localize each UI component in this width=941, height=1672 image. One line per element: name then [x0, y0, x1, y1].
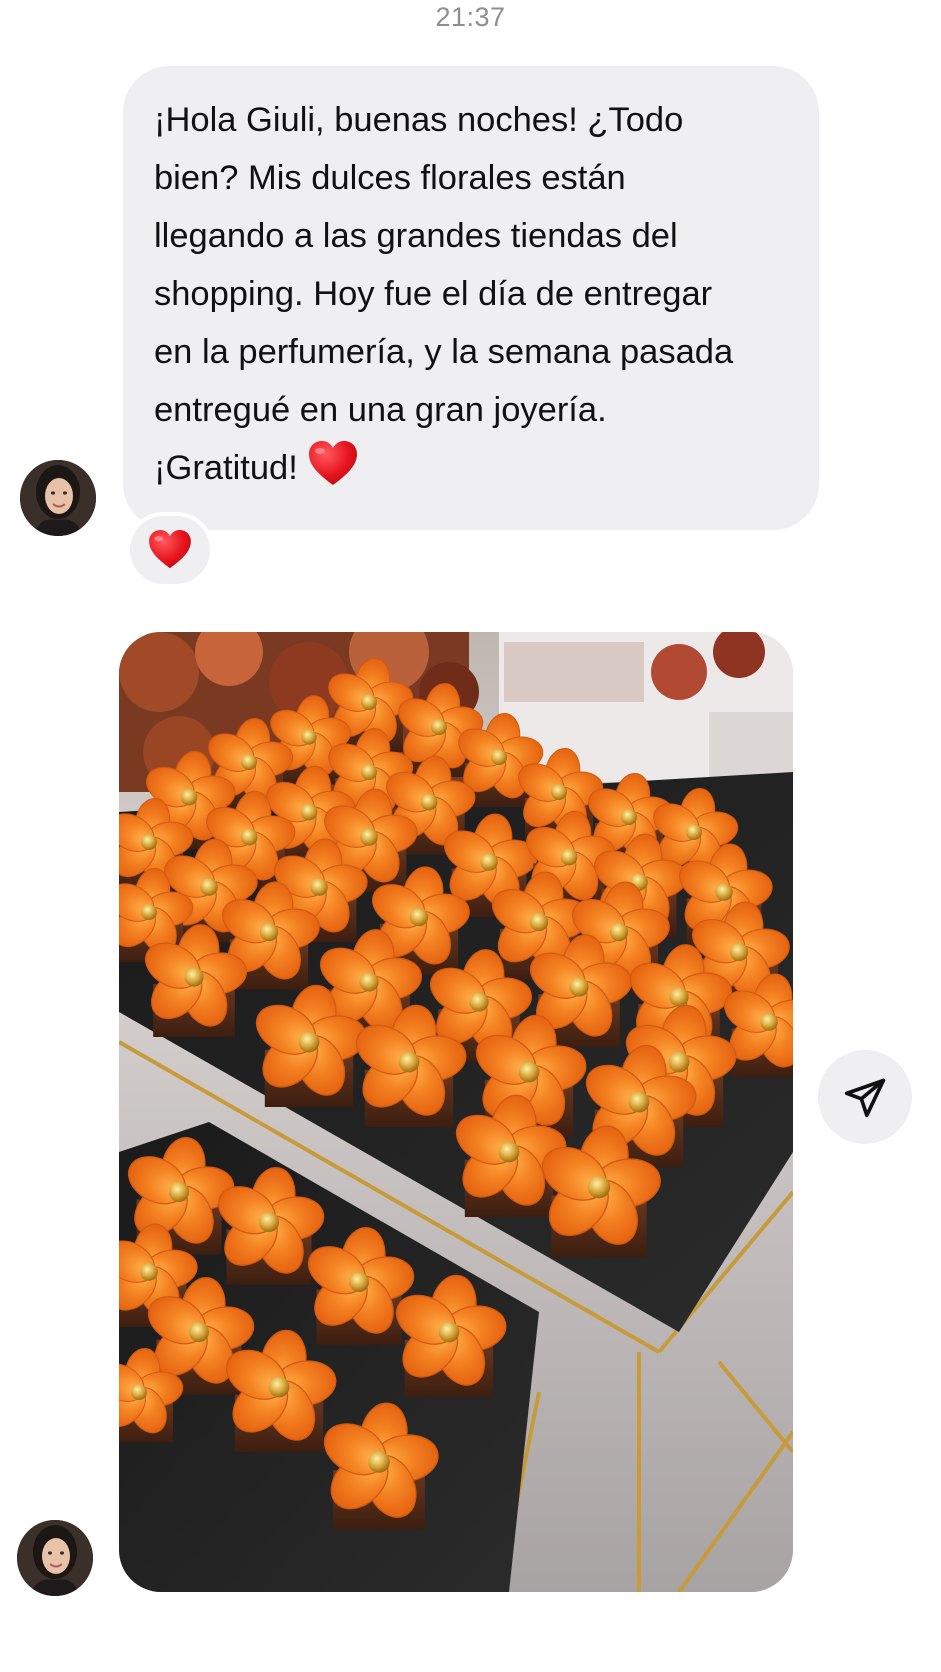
sender-avatar-photo[interactable] — [17, 1520, 93, 1596]
flower-chocolates-photo — [119, 632, 793, 1592]
heart-reaction[interactable] — [126, 512, 214, 588]
paper-plane-icon — [844, 1078, 886, 1118]
message-bubble[interactable]: ¡Hola Giuli, buenas noches! ¿Todo bien? … — [123, 66, 819, 530]
photo-attachment[interactable] — [119, 632, 793, 1592]
red-heart-emoji — [308, 441, 358, 487]
sender-avatar[interactable] — [20, 460, 96, 536]
share-button[interactable] — [818, 1050, 912, 1144]
message-timestamp: 21:37 — [435, 2, 506, 32]
red-heart-emoji — [149, 530, 191, 569]
message-text: ¡Hola Giuli, buenas noches! ¿Todo bien? … — [154, 101, 734, 487]
